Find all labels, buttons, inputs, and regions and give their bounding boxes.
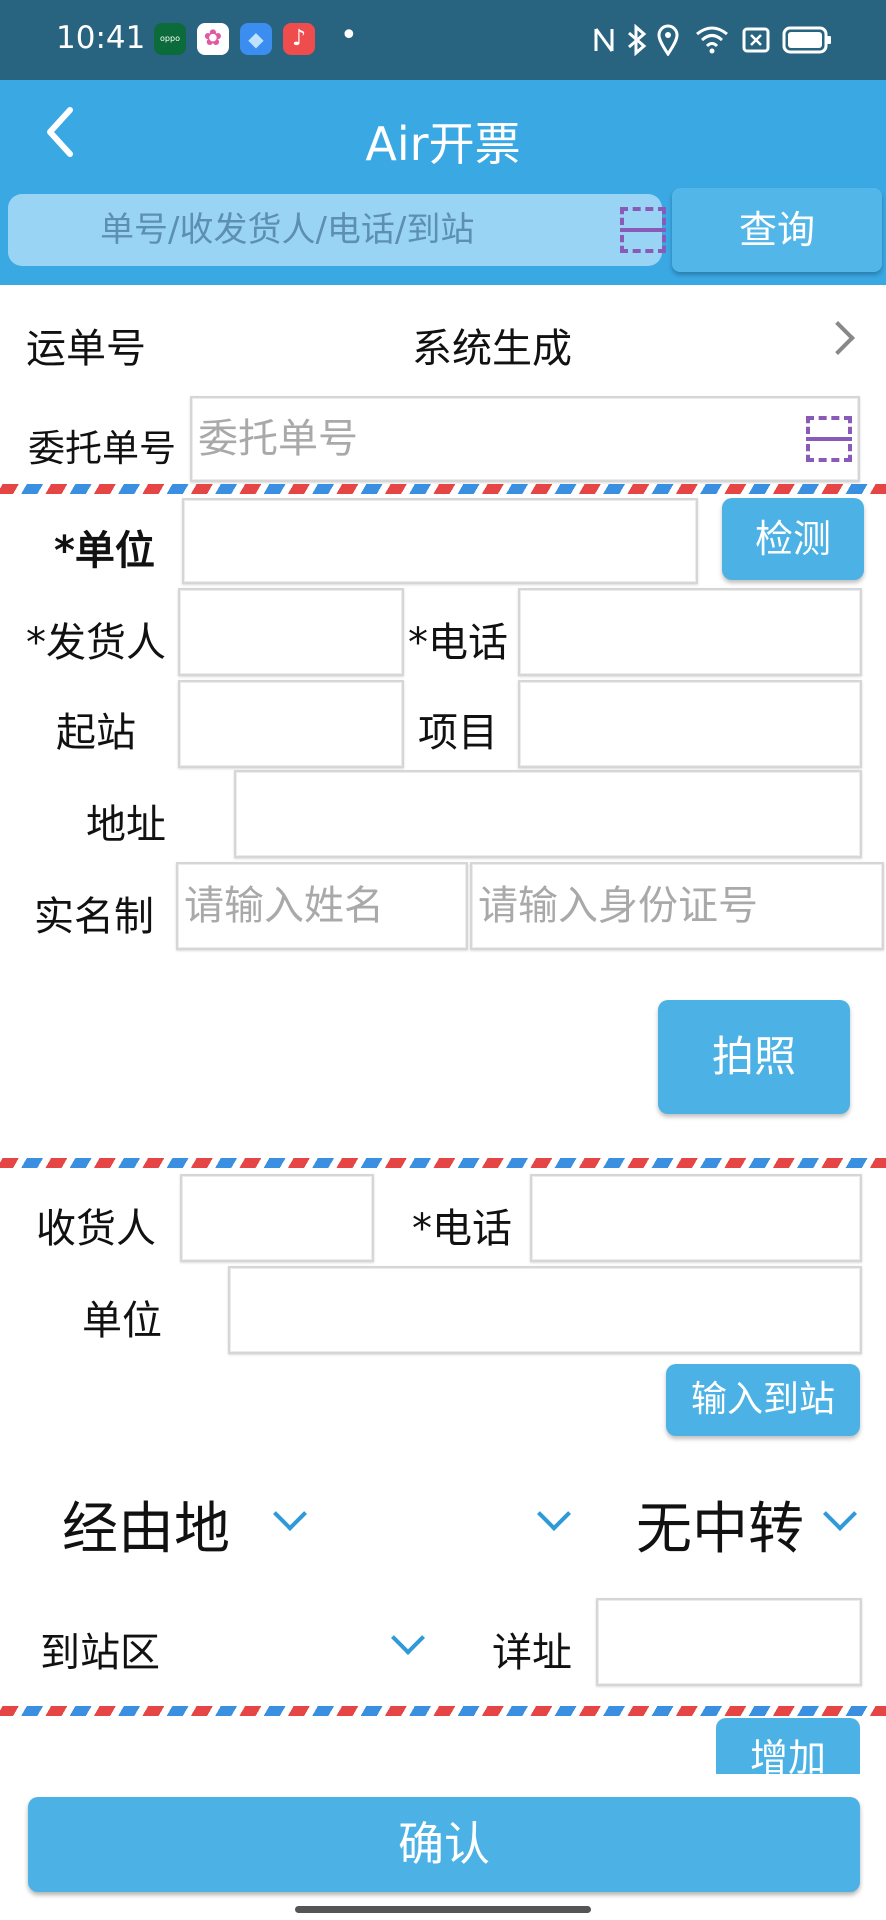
confirm-button[interactable]: 确认 <box>28 1797 860 1892</box>
project-field[interactable] <box>518 680 862 768</box>
consignee-label: 收货人 <box>36 1206 156 1252</box>
consignee-phone-input[interactable] <box>532 1176 860 1260</box>
notes-app-icon: ◆ <box>240 23 272 55</box>
consignee-unit-label: 单位 <box>82 1298 162 1344</box>
consignee-field[interactable] <box>180 1174 374 1262</box>
page-title: Air开票 <box>365 117 521 171</box>
unit-label: *单位 <box>54 528 155 574</box>
airmail-divider <box>0 1158 886 1168</box>
app-header: Air开票 查询 <box>0 80 886 285</box>
consignee-phone-label: *电话 <box>412 1206 512 1252</box>
entrust-label: 委托单号 <box>28 427 176 470</box>
nfc-icon <box>594 28 614 52</box>
status-bar: 10:41 oppo ✿ ◆ ♪ • <box>0 0 886 80</box>
music-app-icon: ♪ <box>283 23 315 55</box>
station-area-selector[interactable]: 到站区 <box>40 1620 160 1678</box>
shipper-phone-field[interactable] <box>518 588 862 676</box>
origin-input[interactable] <box>180 682 402 766</box>
address-field[interactable] <box>234 770 862 858</box>
origin-field[interactable] <box>178 680 404 768</box>
airmail-divider <box>0 1706 886 1716</box>
transfer-selector[interactable]: 无中转 <box>636 1484 804 1565</box>
search-input[interactable] <box>100 206 600 254</box>
shipper-phone-input[interactable] <box>520 590 860 674</box>
input-station-button[interactable]: 输入到站 <box>666 1364 860 1436</box>
bluetooth-icon <box>628 24 647 56</box>
entrust-field[interactable] <box>190 396 860 482</box>
scan-icon[interactable] <box>620 207 666 253</box>
via-selector[interactable]: 经由地 <box>62 1484 230 1565</box>
shipper-label: *发货人 <box>26 620 166 666</box>
detail-address-field[interactable] <box>596 1598 862 1686</box>
shipper-phone-label: *电话 <box>408 620 508 666</box>
shipper-field[interactable] <box>178 588 404 676</box>
search-box[interactable] <box>8 194 666 266</box>
via-chevron-down-icon[interactable] <box>273 1497 307 1531</box>
consignee-unit-input[interactable] <box>230 1268 860 1352</box>
transfer-chevron-down-icon[interactable] <box>823 1497 857 1531</box>
project-input[interactable] <box>520 682 860 766</box>
location-icon <box>657 24 679 56</box>
oppo-app-icon: oppo <box>154 23 186 55</box>
notification-dot-icon: • <box>340 18 358 53</box>
unit-field[interactable] <box>182 498 698 584</box>
consignee-unit-field[interactable] <box>228 1266 862 1354</box>
consignee-input[interactable] <box>182 1176 372 1260</box>
status-time: 10:41 <box>56 20 146 56</box>
station-area-chevron-down-icon[interactable] <box>391 1621 425 1655</box>
shipper-input[interactable] <box>180 590 402 674</box>
waybill-chevron-right-icon[interactable] <box>821 321 855 355</box>
realname-id-input[interactable] <box>472 864 882 948</box>
airmail-divider <box>0 484 886 494</box>
middle-chevron-down-icon[interactable] <box>537 1497 571 1531</box>
realname-name-input[interactable] <box>178 864 466 948</box>
sim-icon <box>742 27 770 53</box>
project-label: 项目 <box>418 710 498 756</box>
waybill-label: 运单号 <box>26 326 146 372</box>
detail-address-label: 详址 <box>492 1630 572 1676</box>
entrust-input[interactable] <box>192 398 772 480</box>
realname-label: 实名制 <box>34 894 154 940</box>
origin-label: 起站 <box>56 710 136 756</box>
detail-address-input[interactable] <box>598 1600 860 1684</box>
realname-name-field[interactable] <box>176 862 468 950</box>
battery-icon <box>782 26 831 54</box>
add-button[interactable]: 增加 <box>716 1718 860 1774</box>
home-indicator[interactable] <box>295 1906 591 1913</box>
wifi-icon <box>696 26 728 54</box>
address-input[interactable] <box>236 772 860 856</box>
consignee-phone-field[interactable] <box>530 1174 862 1262</box>
photo-button[interactable]: 拍照 <box>658 1000 850 1114</box>
entrust-scan-icon[interactable] <box>806 416 852 462</box>
query-button[interactable]: 查询 <box>672 188 882 272</box>
gallery-app-icon: ✿ <box>197 23 229 55</box>
add-button-clip: 增加 <box>716 1718 860 1774</box>
address-label: 地址 <box>86 802 166 848</box>
realname-id-field[interactable] <box>470 862 884 950</box>
detect-button[interactable]: 检测 <box>722 498 864 580</box>
unit-input[interactable] <box>184 500 696 582</box>
waybill-value: 系统生成 <box>412 326 572 372</box>
